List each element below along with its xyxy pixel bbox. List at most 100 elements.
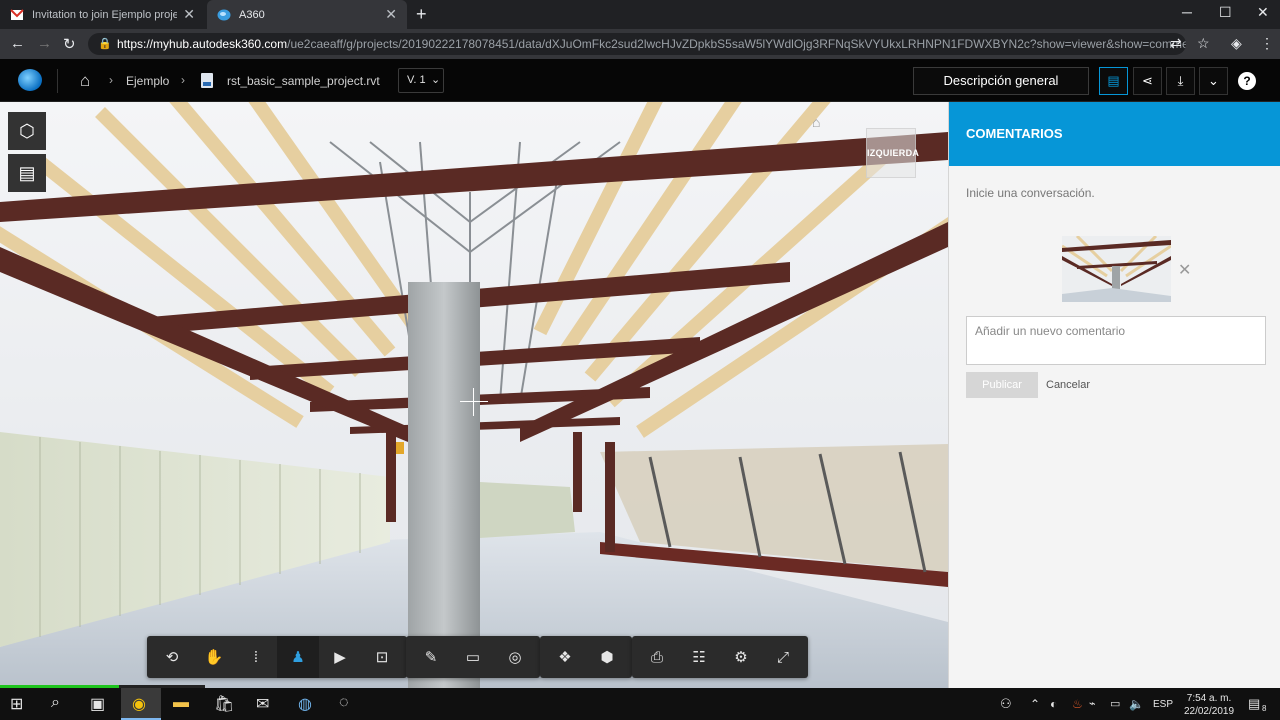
tray-flame-icon[interactable]: ♨ [1072,697,1083,711]
back-icon[interactable]: ← [10,35,25,52]
task-view-icon[interactable]: ▣ [90,694,105,714]
maximize-icon[interactable]: ☐ [1219,4,1232,21]
remove-snapshot-close-icon[interactable]: ✕ [1178,260,1191,280]
browser-tab-a360[interactable]: A360 ✕ [207,0,407,29]
chrome-icon: ◉ [132,696,146,713]
browser-tab-strip: Invitation to join Ejemplo project ✕ A36… [0,0,1280,29]
clock-time: 7:54 a. m. [1186,693,1232,704]
comments-title: COMENTARIOS [949,102,1280,166]
download-icon[interactable]: ⤓ [1166,67,1195,95]
home-icon[interactable]: ⌂ [80,71,90,91]
hide-icon[interactable]: ◎ [494,636,536,678]
chevron-right-icon: › [109,73,113,87]
forward-icon[interactable]: → [37,35,52,52]
comments-panel: COMENTARIOS Inicie una conversación. ✕ A… [948,102,1280,688]
snapshot-thumbnail [1062,236,1171,302]
a360-logo-icon[interactable] [18,69,42,91]
review-toolbar: ✎ ▭ ◎ [406,636,540,678]
obs-icon[interactable]: ◌ [339,694,349,712]
walk-icon[interactable]: ♟ [277,636,319,678]
a360-icon [217,9,231,20]
windows-taskbar: ⊞ ⌕ ▣ ◉ ▬ 🛍 ✉ ◍ ◌ ⚇ ⌃ ◐ ♨ ⌁ ▭ 🔈 ESP 7:54… [0,688,1280,720]
people-icon[interactable]: ⚇ [1000,696,1012,712]
network-icon[interactable]: ⌁ [1089,697,1096,710]
new-comment-textarea[interactable]: Añadir un nuevo comentario [966,316,1266,365]
app-header: ⌂ › Ejemplo › rst_basic_sample_project.r… [0,59,1280,102]
tab-title: A360 [239,8,265,21]
search-icon[interactable]: ⌕ [51,694,60,712]
chevron-right-icon: › [181,73,185,87]
model-browser-icon[interactable]: ❖ [544,636,586,678]
comments-panel-icon[interactable]: ▤ [1099,67,1128,95]
viewcube-home-icon[interactable]: ⌂ [812,114,820,130]
settings-icon[interactable]: ⚙ [720,636,762,678]
input-language[interactable]: ESP [1153,699,1173,710]
orbit-icon[interactable]: ⟲ [151,636,193,678]
bookmark-star-icon[interactable]: ☆ [1197,35,1210,52]
reload-icon[interactable]: ↻ [63,35,76,53]
header-divider [57,69,58,93]
system-clock[interactable]: 7:54 a. m. 22/02/2019 [1181,692,1237,718]
breadcrumb-project[interactable]: Ejemplo [126,74,169,88]
lock-icon: 🔒 [98,38,112,50]
minimize-icon[interactable]: ─ [1182,4,1192,20]
comment-icon[interactable]: ▭ [452,636,494,678]
explode-icon[interactable]: ⬢ [586,636,628,678]
help-icon[interactable]: ? [1238,72,1256,90]
gmail-icon [10,8,24,20]
viewcube[interactable]: IZQUIERDA [866,128,919,178]
url-field[interactable]: 🔒 https://myhub.autodesk360.com/ue2caeaff… [88,33,1186,55]
more-chevron-down-icon[interactable]: ⌄ [1199,67,1228,95]
tray-app-icon[interactable]: ◐ [1050,697,1057,711]
breadcrumb-file[interactable]: rst_basic_sample_project.rvt [227,74,380,88]
chrome-menu-icon[interactable]: ⋮ [1260,35,1274,52]
thumbnail-image [1062,236,1171,302]
windows-start-icon[interactable]: ⊞ [10,694,23,714]
cancel-link[interactable]: Cancelar [1046,379,1090,391]
navigation-toolbar: ⟲ ✋ ⁞ ♟ ▶ ⊡ [147,636,407,678]
clock-date: 22/02/2019 [1183,706,1235,717]
close-tab-icon[interactable]: ✕ [183,6,195,23]
file-explorer-icon[interactable]: ▬ [173,694,189,712]
close-tab-icon[interactable]: ✕ [385,6,397,23]
first-person-icon[interactable]: ⁞ [235,636,277,678]
settings-toolbar: ⎙ ☷ ⚙ ⤢ [632,636,808,678]
notifications-count: 8 [1262,704,1267,713]
model-toolbar: ❖ ⬢ [540,636,632,678]
fit-view-icon[interactable]: ⊡ [361,636,403,678]
volume-icon[interactable]: 🔈 [1129,697,1144,711]
share-icon[interactable]: ⋖ [1133,67,1162,95]
fullscreen-icon[interactable]: ⤢ [762,636,804,678]
store-icon[interactable]: 🛍 [214,694,234,714]
translate-icon[interactable]: ⇄ [1170,35,1182,52]
rvt-file-icon [201,73,213,88]
url-host: https://myhub.autodesk360.com [117,37,288,51]
properties-icon[interactable]: ☷ [678,636,720,678]
overview-button[interactable]: Descripción general [913,67,1089,95]
model-browser-cube-icon[interactable]: ⬡ [8,112,46,150]
conversation-prompt: Inicie una conversación. [966,186,1095,200]
version-label: V. 1 [407,74,426,86]
version-dropdown[interactable]: V. 1 ⌄ [398,68,444,93]
mail-icon[interactable]: ✉ [256,694,269,714]
url-path: /ue2caeaff/g/projects/20190222178078451/… [287,37,1186,51]
tray-chevron-up-icon[interactable]: ⌃ [1030,697,1040,711]
autodesk-app-icon[interactable]: ◍ [298,694,312,714]
window-close-icon[interactable]: ✕ [1257,4,1269,21]
extension-icon[interactable]: ◈ [1231,35,1242,52]
pan-icon[interactable]: ✋ [193,636,235,678]
tab-title: Invitation to join Ejemplo project [32,8,178,21]
publish-button[interactable]: Publicar [966,372,1038,398]
address-bar-row: ← → ↻ 🔒 https://myhub.autodesk360.com/ue2… [0,29,1280,59]
print-icon[interactable]: ⎙ [636,636,678,678]
document-icon[interactable]: ▤ [8,154,46,192]
crosshair-cursor [460,388,488,416]
chevron-down-icon: ⌄ [431,74,441,86]
notifications-icon[interactable]: ▤ [1248,696,1260,712]
camera-icon[interactable]: ▶ [319,636,361,678]
display-icon[interactable]: ▭ [1110,697,1120,710]
browser-tab-gmail[interactable]: Invitation to join Ejemplo project ✕ [0,0,205,29]
markup-icon[interactable]: ✎ [410,636,452,678]
new-tab-icon[interactable]: + [416,4,427,25]
model-viewer[interactable]: ⬡ ▤ ⌂ IZQUIERDA ⟲ ✋ ⁞ ♟ ▶ ⊡ ✎ ▭ ◎ ❖ ⬢ ⎙ … [0,102,948,688]
